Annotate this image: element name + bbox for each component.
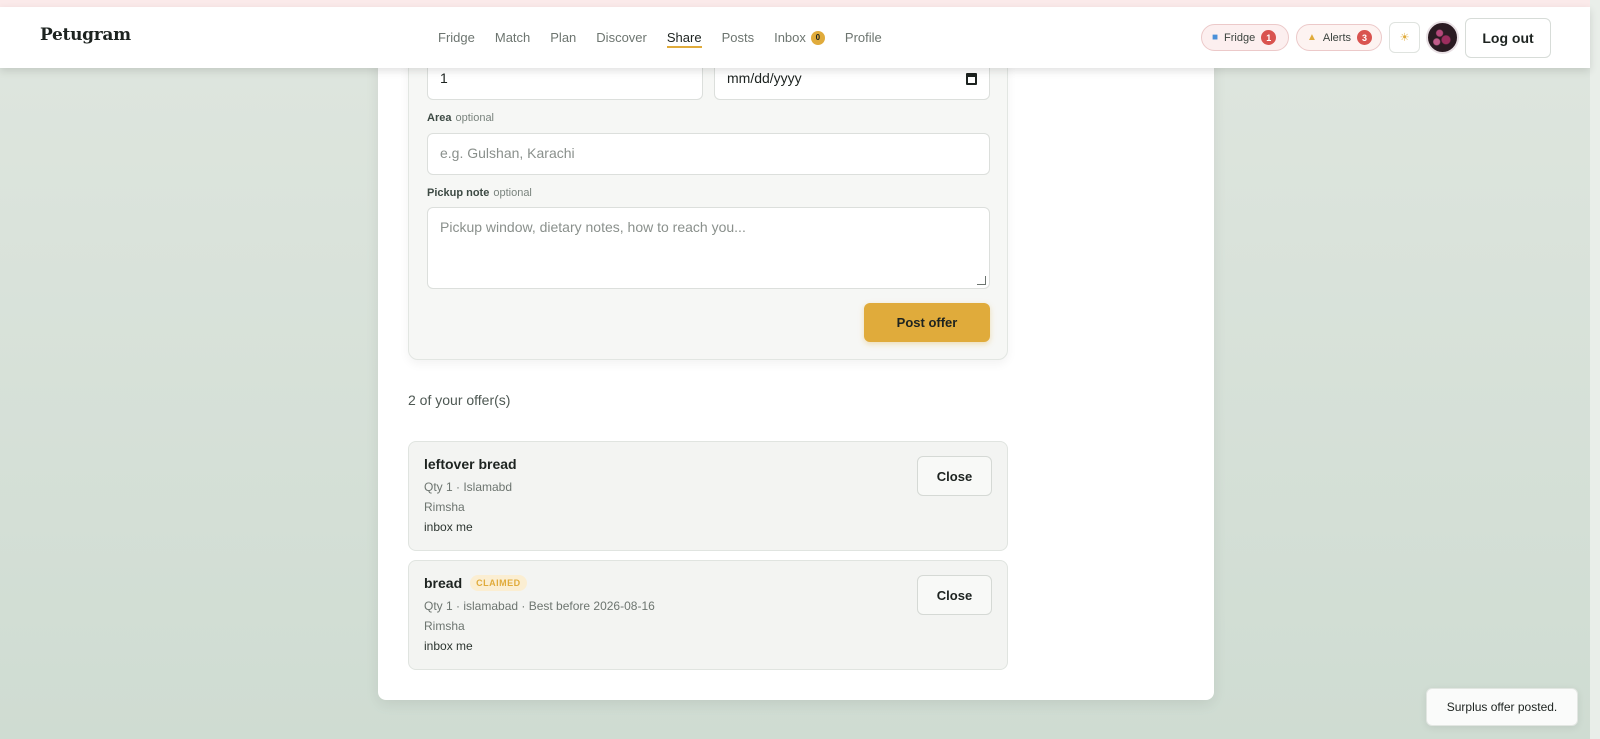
calendar-icon[interactable] (966, 73, 977, 85)
offer-title: bread (424, 575, 463, 591)
alerts-count-badge: 3 (1357, 30, 1372, 45)
fridge-pill-label: Fridge (1224, 31, 1256, 44)
pickup-note-textarea[interactable]: Pickup window, dietary notes, how to rea… (427, 207, 990, 289)
alerts-pill-label: Alerts (1322, 31, 1352, 44)
close-offer-button[interactable]: Close (917, 456, 992, 496)
area-input[interactable]: e.g. Gulshan, Karachi (427, 133, 990, 175)
area-optional-hint: optional (455, 112, 495, 124)
area-label-text: Area (427, 112, 452, 124)
offer-title-row: bread CLAIMED (424, 575, 527, 591)
nav-plan[interactable]: Plan (550, 7, 576, 68)
cube-icon: ■ (1212, 32, 1219, 43)
sun-icon: ☀ (1399, 31, 1410, 44)
area-label: Area optional (427, 112, 494, 124)
claimed-status-badge: CLAIMED (470, 575, 527, 591)
main-nav: Fridge Match Plan Discover Share Posts I… (438, 7, 902, 68)
nav-inbox[interactable]: Inbox 0 (774, 7, 825, 68)
avatar[interactable] (1426, 21, 1459, 54)
nav-inbox-label: Inbox (774, 30, 806, 45)
toast-notification: Surplus offer posted. (1426, 688, 1578, 726)
nav-discover[interactable]: Discover (596, 7, 647, 68)
offer-card: bread CLAIMED Qty 1 · islamabad · Best b… (408, 560, 1008, 670)
nav-share[interactable]: Share (666, 7, 702, 68)
offer-owner: Rimsha (424, 500, 465, 514)
offers-count-text: 2 of your offer(s) (408, 392, 511, 408)
bell-icon: ▲ (1307, 32, 1317, 43)
post-offer-button[interactable]: Post offer (864, 303, 990, 342)
offer-title: leftover bread (424, 456, 517, 472)
date-placeholder: mm/dd/yyyy (727, 70, 802, 86)
offer-owner: Rimsha (424, 619, 465, 633)
fridge-count-badge: 1 (1261, 30, 1277, 45)
offer-note: inbox me (424, 639, 473, 653)
pickup-note-label: Pickup note optional (427, 187, 532, 199)
alerts-pill-button[interactable]: ▲ Alerts 3 (1296, 24, 1382, 51)
resize-handle-icon[interactable] (977, 276, 986, 285)
nav-posts[interactable]: Posts (722, 7, 755, 68)
nav-fridge[interactable]: Fridge (438, 7, 475, 68)
offer-meta: Qty 1 · islamabad · Best before 2026-08-… (424, 599, 655, 613)
scrollbar-track[interactable] (1590, 0, 1600, 739)
brand-logo[interactable]: Petugram (40, 25, 131, 45)
pickup-note-label-text: Pickup note (427, 187, 490, 199)
nav-match[interactable]: Match (495, 7, 530, 68)
fridge-pill-button[interactable]: ■ Fridge 1 (1201, 24, 1289, 51)
inbox-count-badge: 0 (810, 30, 825, 45)
offer-card: leftover bread Qty 1 · Islamabd Rimsha i… (408, 441, 1008, 551)
offer-meta: Qty 1 · Islamabd (424, 480, 513, 494)
top-accent-bar (0, 0, 1600, 7)
logout-button[interactable]: Log out (1465, 18, 1551, 58)
close-offer-button[interactable]: Close (917, 575, 992, 615)
nav-profile[interactable]: Profile (845, 7, 882, 68)
pickup-note-optional-hint: optional (493, 187, 532, 199)
offer-note: inbox me (424, 520, 473, 534)
top-navbar: Petugram Fridge Match Plan Discover Shar… (0, 7, 1590, 68)
pickup-note-placeholder: Pickup window, dietary notes, how to rea… (440, 219, 746, 235)
theme-toggle-button[interactable]: ☀ (1389, 22, 1420, 53)
